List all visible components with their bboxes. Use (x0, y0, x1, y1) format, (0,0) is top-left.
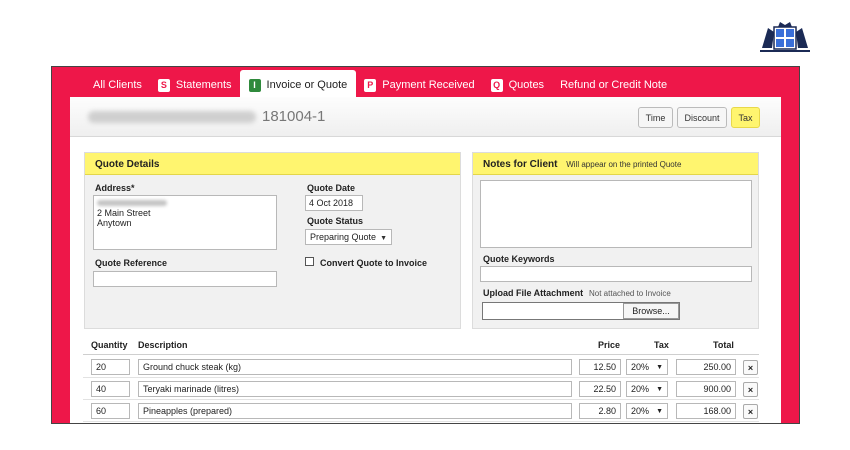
address-name-redacted (97, 200, 167, 206)
table-row: 40 Teryaki marinade (litres) 22.50 20% ▼… (83, 378, 759, 400)
address-label: Address* (95, 183, 135, 193)
tax-value: 20% (631, 384, 650, 394)
quote-title-bar: 181004-1 Time Discount Tax (70, 97, 781, 137)
upload-note: Not attached to Invoice (589, 289, 671, 298)
description-input[interactable]: Ground chuck steak (kg) (138, 359, 572, 375)
tab-label: All Clients (93, 79, 142, 91)
tax-select[interactable]: 20% ▼ (626, 403, 668, 419)
tab-label: Refund or Credit Note (560, 79, 668, 91)
quotes-q-icon: Q (490, 78, 503, 92)
address-field[interactable]: 2 Main Street Anytown (93, 195, 277, 250)
app-window: All Clients S Statements I Invoice or Qu… (51, 66, 800, 424)
quote-status-label: Quote Status (307, 216, 364, 226)
chevron-down-icon: ▼ (656, 364, 663, 371)
quantity-input[interactable]: 60 (91, 403, 130, 419)
quote-reference-label: Quote Reference (95, 258, 168, 268)
notes-subtitle: Will appear on the printed Quote (566, 160, 682, 169)
total-input[interactable]: 168.00 (676, 403, 736, 419)
quantity-input[interactable]: 40 (91, 381, 130, 397)
total-input[interactable]: 250.00 (676, 359, 736, 375)
chevron-down-icon: ▼ (380, 235, 387, 242)
delete-row-button[interactable]: × (743, 382, 758, 397)
tab-label: Invoice or Quote (266, 79, 348, 91)
tax-value: 20% (631, 362, 650, 372)
payment-p-icon: P (364, 78, 377, 92)
section-title: Notes for Client (483, 159, 558, 170)
client-name-redacted (88, 111, 256, 123)
description-input[interactable]: Teryaki marinade (litres) (138, 381, 572, 397)
total-header: Total (713, 340, 734, 350)
quantity-input[interactable]: 20 (91, 359, 130, 375)
tab-label: Statements (175, 79, 232, 91)
notes-section: Notes for Client Will appear on the prin… (472, 152, 759, 329)
tab-all-clients[interactable]: All Clients (85, 70, 150, 100)
delete-row-button[interactable]: × (743, 404, 758, 419)
tab-invoice-or-quote[interactable]: I Invoice or Quote (239, 70, 357, 100)
table-row: 60 Pineapples (prepared) 2.80 20% ▼ 168.… (83, 400, 759, 422)
price-input[interactable]: 2.80 (579, 403, 621, 419)
quote-status-value: Preparing Quote (310, 232, 377, 242)
description-header: Description (138, 340, 188, 350)
tab-refund-or-credit-note[interactable]: Refund or Credit Note (552, 70, 675, 100)
tab-label: Payment Received (382, 79, 475, 91)
quote-details-header: Quote Details (85, 153, 460, 175)
discount-button[interactable]: Discount (677, 107, 727, 128)
tab-quotes[interactable]: Q Quotes (483, 70, 552, 100)
company-logo (758, 18, 812, 54)
browse-button[interactable]: Browse... (623, 303, 679, 319)
tax-select[interactable]: 20% ▼ (626, 381, 668, 397)
upload-label: Upload File Attachment (483, 288, 584, 298)
quote-number: 181004-1 (262, 108, 326, 125)
tab-statements[interactable]: S Statements (150, 70, 240, 100)
quote-keywords-label: Quote Keywords (483, 254, 555, 264)
quote-date-label: Quote Date (307, 183, 356, 193)
convert-to-invoice-checkbox[interactable] (305, 257, 314, 266)
tax-value: 20% (631, 406, 650, 416)
address-line: Anytown (97, 218, 132, 228)
chevron-down-icon: ▼ (656, 408, 663, 415)
quote-reference-field[interactable] (93, 271, 277, 287)
total-input[interactable]: 900.00 (676, 381, 736, 397)
chevron-down-icon: ▼ (656, 386, 663, 393)
table-header-divider (83, 354, 759, 355)
convert-to-invoice-label: Convert Quote to Invoice (320, 258, 428, 268)
delete-row-button[interactable]: × (743, 360, 758, 375)
notes-header: Notes for Client Will appear on the prin… (473, 153, 758, 175)
statement-s-icon: S (157, 78, 170, 92)
time-button[interactable]: Time (638, 107, 673, 128)
tab-label: Quotes (508, 79, 545, 91)
tab-bar: All Clients S Statements I Invoice or Qu… (85, 70, 675, 100)
quote-status-select[interactable]: Preparing Quote ▼ (305, 229, 392, 245)
price-header: Price (598, 340, 621, 350)
tax-header: Tax (654, 340, 669, 350)
tax-button[interactable]: Tax (731, 107, 760, 128)
quantity-header: Quantity (91, 340, 128, 350)
quote-details-section: Quote Details Address* 2 Main Street Any… (84, 152, 461, 329)
tab-payment-received[interactable]: P Payment Received (356, 70, 482, 100)
tax-select[interactable]: 20% ▼ (626, 359, 668, 375)
price-input[interactable]: 12.50 (579, 359, 621, 375)
invoice-i-icon: I (248, 78, 261, 92)
section-title: Quote Details (95, 159, 160, 170)
quote-date-field[interactable]: 4 Oct 2018 (305, 195, 363, 211)
address-text: 2 Main Street Anytown (97, 208, 273, 228)
price-input[interactable]: 22.50 (579, 381, 621, 397)
quote-keywords-field[interactable] (480, 266, 752, 282)
main-panel: 181004-1 Time Discount Tax Quote Details… (70, 97, 781, 423)
notes-textarea[interactable] (480, 180, 752, 248)
table-row: 20 Ground chuck steak (kg) 12.50 20% ▼ 2… (83, 356, 759, 378)
description-input[interactable]: Pineapples (prepared) (138, 403, 572, 419)
address-line: 2 Main Street (97, 208, 151, 218)
